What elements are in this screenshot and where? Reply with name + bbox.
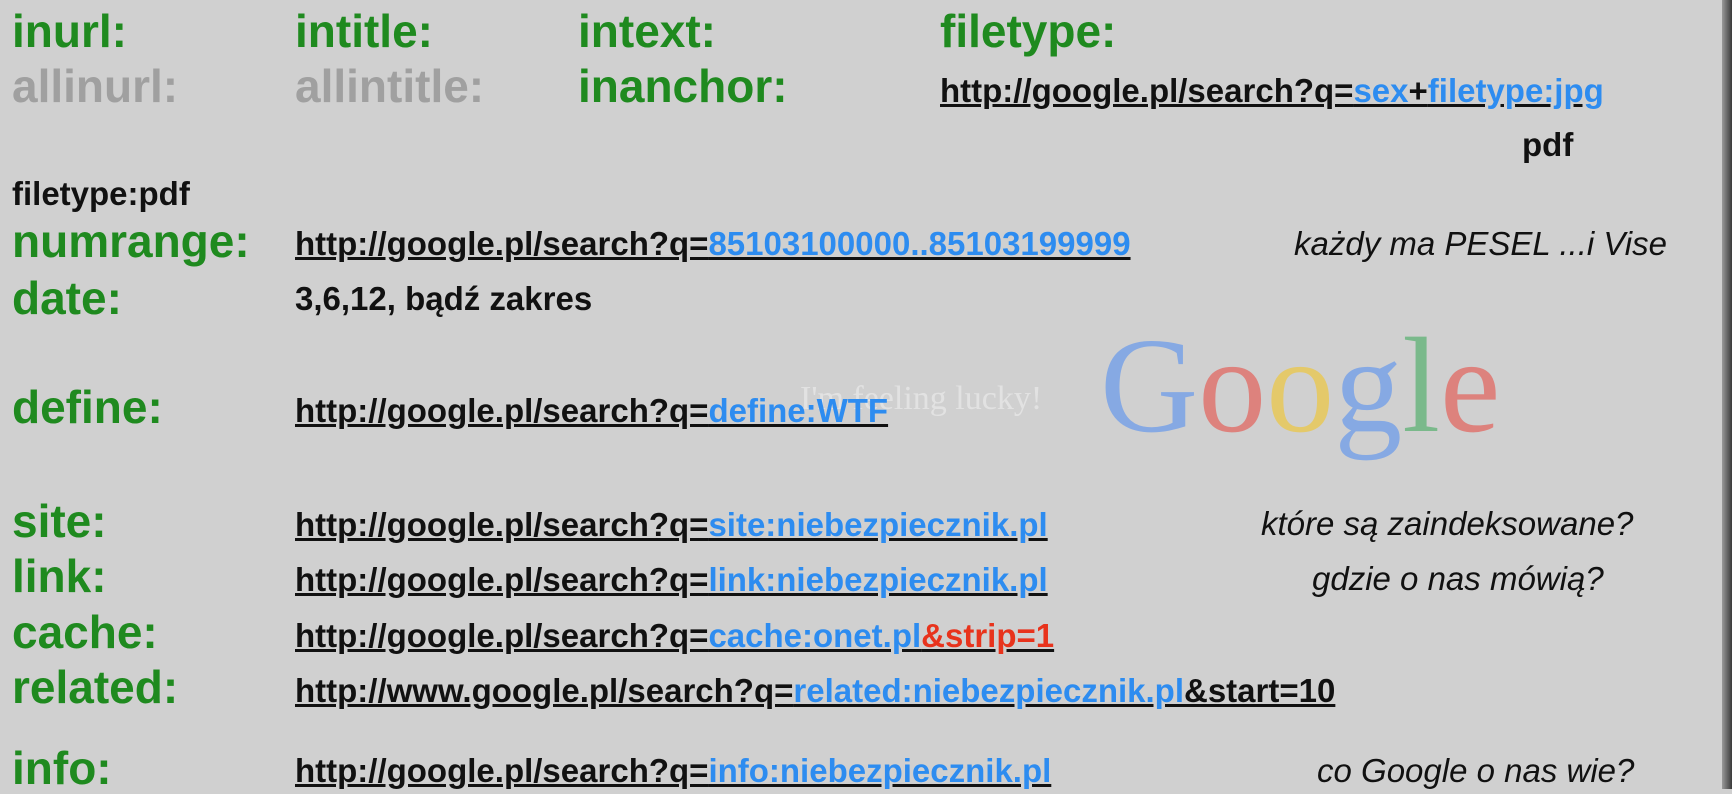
google-logo-letter: g (1334, 311, 1403, 461)
cache-link[interactable]: http://google.pl/search?q=cache:onet.pl&… (295, 619, 1054, 652)
site-link[interactable]: http://google.pl/search?q=site:niebezpie… (295, 508, 1048, 541)
url-prefix: http://www.google.pl/search?q= (295, 672, 794, 709)
operator-allintitle: allintitle: (295, 60, 485, 112)
info-link[interactable]: http://google.pl/search?q=info:niebezpie… (295, 754, 1051, 787)
url-query: define:WTF (708, 392, 889, 429)
numrange-link[interactable]: http://google.pl/search?q=85103100000..8… (295, 227, 1131, 260)
operator-info: info: (12, 742, 112, 794)
date-description: 3,6,12, bądź zakres (295, 280, 593, 317)
operator-cache: cache: (12, 606, 158, 658)
filetype-pdf-label: filetype:pdf (12, 175, 190, 212)
operator-inurl: inurl: (12, 5, 127, 57)
url-prefix: http://google.pl/search?q= (940, 72, 1354, 109)
slide-edge-shadow (1722, 0, 1732, 789)
site-note: które są zaindeksowane? (1261, 505, 1634, 542)
url-query: link:niebezpiecznik.pl (708, 561, 1048, 598)
google-logo: Google (1100, 318, 1500, 454)
filetype-example-link[interactable]: http://google.pl/search?q=sex+filetype:j… (940, 74, 1604, 107)
google-logo-letter: l (1402, 311, 1441, 461)
operator-intext: intext: (578, 5, 716, 57)
operator-allinurl: allinurl: (12, 60, 179, 112)
url-query: site:niebezpiecznik.pl (708, 506, 1048, 543)
link-note: gdzie o nas mówią? (1312, 560, 1604, 597)
link-link[interactable]: http://google.pl/search?q=link:niebezpie… (295, 563, 1048, 596)
operator-inanchor: inanchor: (578, 60, 788, 112)
url-prefix: http://google.pl/search?q= (295, 617, 709, 654)
operator-filetype: filetype: (940, 5, 1117, 57)
google-logo-letter: o (1198, 311, 1267, 461)
operator-numrange: numrange: (12, 215, 250, 267)
define-link[interactable]: http://google.pl/search?q=define:WTF (295, 394, 888, 427)
operator-date: date: (12, 272, 122, 324)
google-logo-letter: G (1100, 311, 1199, 461)
google-logo-letter: o (1266, 311, 1335, 461)
info-note: co Google o nas wie? (1317, 752, 1635, 789)
url-plus: + (1408, 72, 1428, 109)
operator-intitle: intitle: (295, 5, 433, 57)
url-query: 85103100000..85103199999 (708, 225, 1131, 262)
url-query: info:niebezpiecznik.pl (708, 752, 1052, 789)
google-logo-letter: e (1440, 311, 1501, 461)
url-suffix: &start=10 (1184, 672, 1336, 709)
operator-link: link: (12, 550, 107, 602)
url-suffix: &strip=1 (921, 617, 1055, 654)
url-prefix: http://google.pl/search?q= (295, 561, 709, 598)
url-query: filetype:jpg (1427, 72, 1604, 109)
operator-related: related: (12, 661, 179, 713)
related-link[interactable]: http://www.google.pl/search?q=related:ni… (295, 674, 1335, 707)
operator-define: define: (12, 381, 163, 433)
url-prefix: http://google.pl/search?q= (295, 752, 709, 789)
url-term: sex (1353, 72, 1409, 109)
url-prefix: http://google.pl/search?q= (295, 506, 709, 543)
url-prefix: http://google.pl/search?q= (295, 225, 709, 262)
url-prefix: http://google.pl/search?q= (295, 392, 709, 429)
url-query: related:niebezpiecznik.pl (793, 672, 1184, 709)
filetype-alt-pdf: pdf (1522, 126, 1574, 163)
url-query: cache:onet.pl (708, 617, 922, 654)
operator-site: site: (12, 495, 107, 547)
numrange-note: każdy ma PESEL ...i Vise (1294, 225, 1667, 262)
